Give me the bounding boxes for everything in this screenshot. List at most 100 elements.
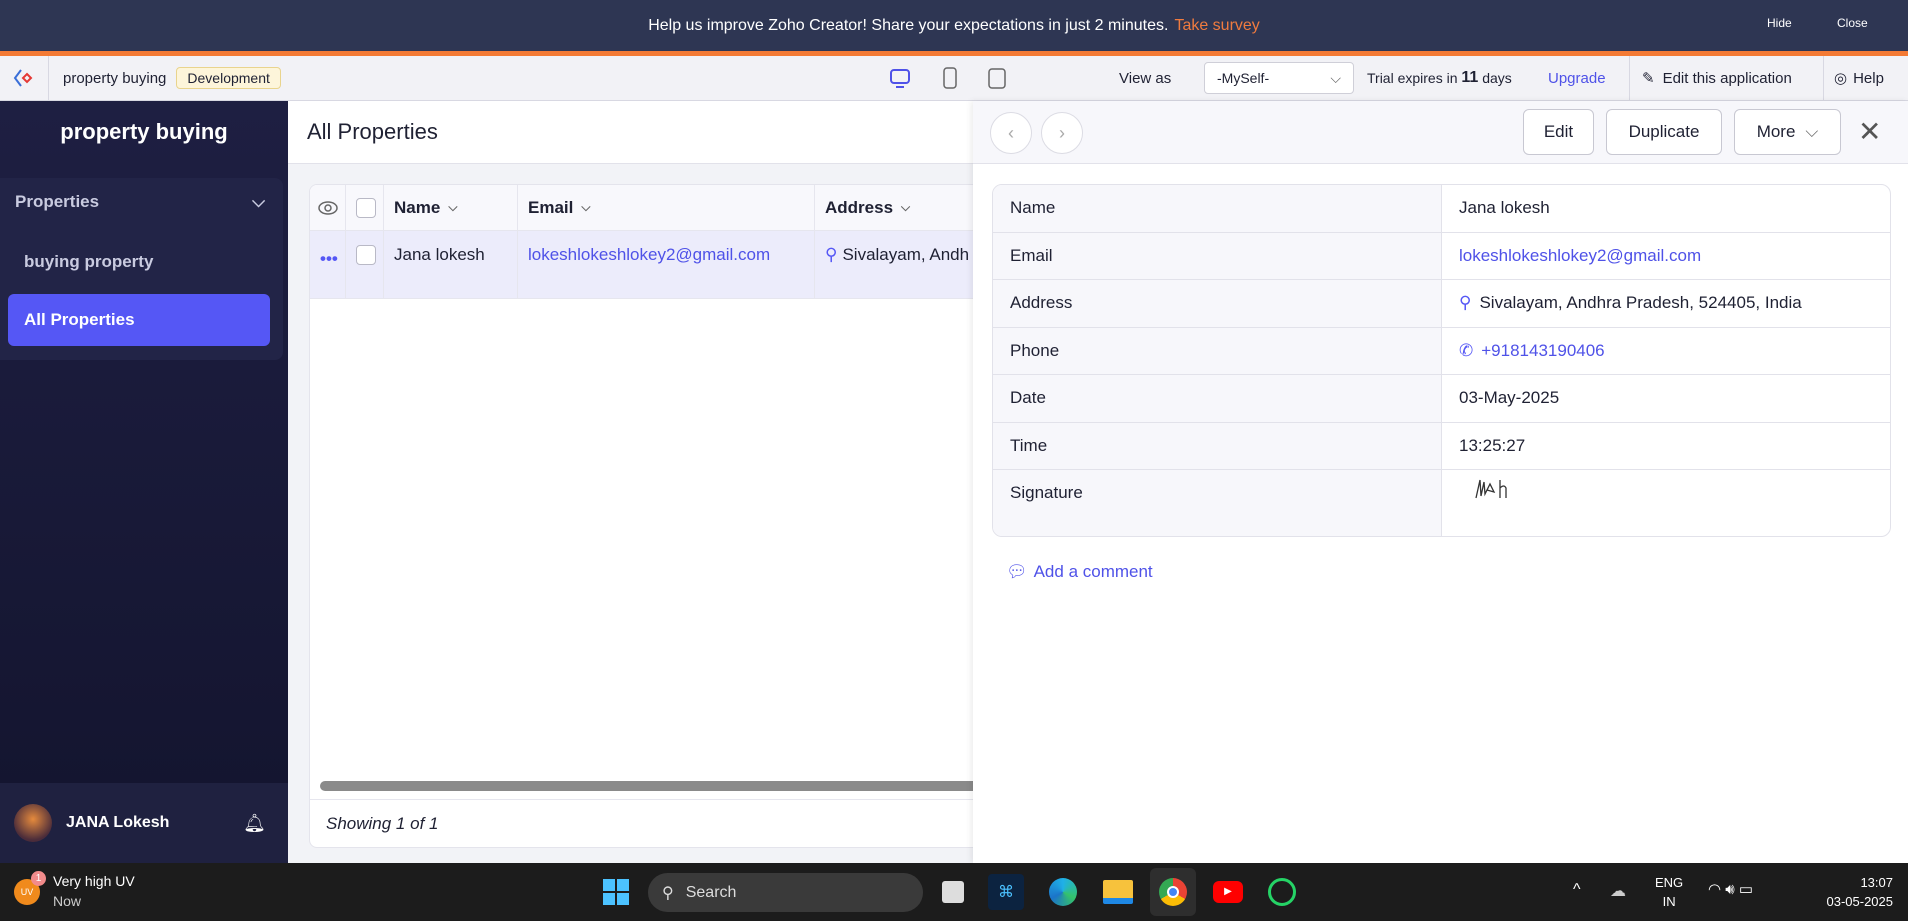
- sidebar-item-all-properties[interactable]: All Properties: [8, 294, 270, 346]
- trial-days: 11: [1461, 69, 1479, 86]
- more-button[interactable]: More ⌵: [1734, 109, 1841, 155]
- field-value: 03-May-2025: [1459, 388, 1560, 407]
- signature-image: [1442, 470, 1531, 536]
- bell-icon[interactable]: 🔔︎: [243, 813, 266, 834]
- comment-icon: 💬︎: [1006, 562, 1028, 581]
- field-address: Address ⚲ Sivalayam, Andhra Pradesh, 52440…: [993, 280, 1890, 328]
- sidebar-group-label: Properties: [15, 192, 100, 211]
- trial-suffix: days: [1482, 70, 1512, 86]
- file-explorer-icon[interactable]: [1100, 874, 1136, 910]
- duplicate-button[interactable]: Duplicate: [1606, 109, 1722, 155]
- column-header-name[interactable]: Name ⌵: [384, 185, 518, 230]
- table-row[interactable]: ••• Jana lokesh lokeshlokeshlokey2@gmail…: [310, 231, 1008, 299]
- edit-application-label: Edit this application: [1662, 69, 1792, 87]
- previous-record-button[interactable]: ‹: [990, 112, 1032, 154]
- language-indicator[interactable]: ENG IN: [1655, 873, 1683, 911]
- field-signature: Signature: [993, 470, 1890, 536]
- chrome-icon[interactable]: [1150, 868, 1196, 916]
- show-hidden-icons-icon[interactable]: ^: [1573, 881, 1581, 899]
- edge-icon[interactable]: [1045, 874, 1081, 910]
- survey-banner: Help us improve Zoho Creator! Share your…: [0, 0, 1908, 51]
- task-view-icon[interactable]: [935, 874, 971, 910]
- trial-prefix: Trial expires in: [1367, 70, 1458, 86]
- record-detail-panel: ‹ › Edit Duplicate More ⌵ ✕ Name Jana loke…: [973, 101, 1908, 863]
- search-icon: ⚲: [662, 884, 674, 902]
- view-as-select[interactable]: -MySelf- ⌵: [1204, 62, 1354, 94]
- upgrade-link[interactable]: Upgrade: [1548, 56, 1606, 100]
- row-checkbox[interactable]: [356, 245, 376, 265]
- avatar[interactable]: [14, 804, 52, 842]
- clock-date: 03-05-2025: [1826, 894, 1894, 909]
- close-banner-button[interactable]: Close: [1837, 16, 1868, 30]
- next-record-button[interactable]: ›: [1041, 112, 1083, 154]
- clock[interactable]: 13:07 03-05-2025: [1808, 873, 1894, 911]
- add-comment-link[interactable]: 💬︎ Add a comment: [1006, 562, 1153, 582]
- network-volume-battery-icons[interactable]: ◠ 🔊︎ ▭: [1708, 880, 1753, 898]
- eye-icon[interactable]: [310, 185, 346, 230]
- more-label: More: [1756, 122, 1796, 141]
- close-panel-icon[interactable]: ✕: [1858, 115, 1881, 148]
- edit-application-button[interactable]: ✎ Edit this application: [1629, 56, 1823, 100]
- app-name: property buying: [63, 69, 167, 87]
- field-label: Phone: [993, 327, 1442, 374]
- mobile-view-icon[interactable]: [986, 56, 1008, 100]
- chevron-down-icon: ⌵: [581, 200, 591, 214]
- help-label: Help: [1853, 69, 1884, 87]
- desktop-view-icon[interactable]: [888, 56, 912, 100]
- chevron-down-icon: ⌵: [252, 192, 265, 211]
- tablet-view-icon[interactable]: [940, 56, 960, 100]
- sidebar-app-title: property buying: [60, 119, 228, 144]
- cell-email[interactable]: lokeshlokeshlokey2@gmail.com: [518, 231, 815, 298]
- clock-time: 13:07: [1860, 875, 1893, 890]
- row-actions-icon[interactable]: •••: [310, 231, 346, 298]
- email-link[interactable]: lokeshlokeshlokey2@gmail.com: [1442, 233, 1718, 280]
- zoho-logo-icon[interactable]: [0, 56, 49, 100]
- lifebuoy-icon: ◎: [1834, 70, 1848, 87]
- help-button[interactable]: ◎ Help: [1823, 56, 1908, 100]
- field-email: Email lokeshlokeshlokey2@gmail.com: [993, 232, 1890, 280]
- field-value: Jana lokesh: [1459, 198, 1550, 217]
- sidebar-group-toggle[interactable]: Properties ⌵: [15, 192, 265, 212]
- windows-taskbar: UV 1 Very high UV Now ⚲ Search ⌘ ▶ ^ ☁ EN…: [0, 863, 1908, 921]
- chevron-down-icon: ⌵: [448, 200, 458, 214]
- phone-link[interactable]: +918143190406: [1481, 341, 1604, 361]
- horizontal-scrollbar[interactable]: [320, 781, 1008, 791]
- chevron-down-icon: ⌵: [1330, 69, 1341, 86]
- add-comment-label: Add a comment: [1033, 562, 1153, 581]
- report-view: All Properties Name ⌵ Email ⌵ Address ⌵ •••…: [288, 101, 1009, 863]
- field-label: Time: [993, 422, 1442, 469]
- location-pin-icon: ⚲: [1459, 293, 1472, 312]
- weather-title[interactable]: Very high UV: [53, 873, 135, 889]
- user-profile[interactable]: JANA Lokesh 🔔︎: [0, 783, 288, 863]
- records-count: Showing 1 of 1: [310, 799, 1008, 847]
- location-pin-icon: ⚲: [825, 245, 838, 264]
- sidebar-item-buying-property[interactable]: buying property: [8, 236, 270, 288]
- address-text: Sivalayam, Andh: [842, 245, 970, 264]
- chevron-down-icon: ⌵: [901, 200, 911, 214]
- phone-icon: ✆: [1459, 340, 1474, 360]
- field-value: 13:25:27: [1459, 435, 1526, 455]
- take-survey-link[interactable]: Take survey: [1174, 17, 1259, 35]
- field-label: Signature: [993, 470, 1442, 536]
- edit-button[interactable]: Edit: [1523, 109, 1594, 155]
- app-icon[interactable]: ⌘: [988, 874, 1024, 910]
- column-header-email[interactable]: Email ⌵: [518, 185, 815, 230]
- hide-banner-button[interactable]: Hide: [1767, 16, 1792, 30]
- cell-name: Jana lokesh: [384, 231, 518, 298]
- field-label: Address: [993, 280, 1442, 327]
- banner-message: Help us improve Zoho Creator! Share your…: [648, 16, 1169, 34]
- windows-start-icon[interactable]: [598, 874, 634, 910]
- onedrive-icon[interactable]: ☁: [1610, 881, 1626, 901]
- youtube-icon[interactable]: ▶: [1210, 874, 1246, 910]
- whatsapp-icon[interactable]: [1264, 874, 1300, 910]
- language-code: ENG: [1655, 875, 1684, 890]
- view-as-value: -MySelf-: [1217, 70, 1270, 86]
- search-label: Search: [685, 883, 737, 901]
- page-title: All Properties: [288, 101, 973, 164]
- taskbar-search[interactable]: ⚲ Search: [648, 873, 923, 912]
- region-code: IN: [1662, 894, 1676, 909]
- weather-badge: 1: [31, 871, 46, 886]
- pencil-icon: ✎: [1642, 70, 1655, 87]
- select-all-checkbox[interactable]: [356, 197, 376, 218]
- field-value: Sivalayam, Andhra Pradesh, 524405, India: [1479, 293, 1802, 312]
